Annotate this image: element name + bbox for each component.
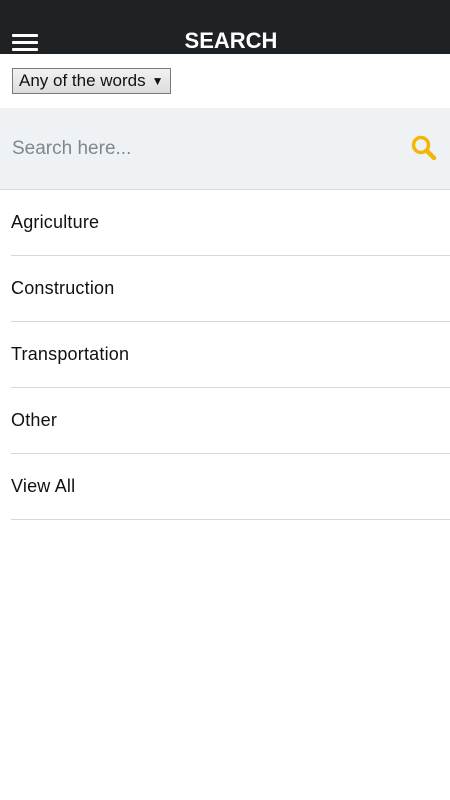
category-item-other[interactable]: Other: [11, 388, 450, 454]
page-title: SEARCH: [184, 28, 278, 53]
category-item-view-all[interactable]: View All: [11, 454, 450, 520]
category-list: Agriculture Construction Transportation …: [11, 190, 450, 520]
category-item-transportation[interactable]: Transportation: [11, 322, 450, 388]
search-bar: [0, 108, 450, 190]
app-header: SEARCH: [0, 0, 450, 54]
search-input[interactable]: [12, 134, 392, 164]
search-mode-select[interactable]: Any of the words ▼: [12, 68, 171, 94]
category-item-construction[interactable]: Construction: [11, 256, 450, 322]
dropdown-arrow-icon: ▼: [151, 74, 164, 88]
category-item-agriculture[interactable]: Agriculture: [11, 190, 450, 256]
search-mode-selected-value: Any of the words: [19, 71, 146, 90]
search-icon[interactable]: [410, 134, 438, 162]
